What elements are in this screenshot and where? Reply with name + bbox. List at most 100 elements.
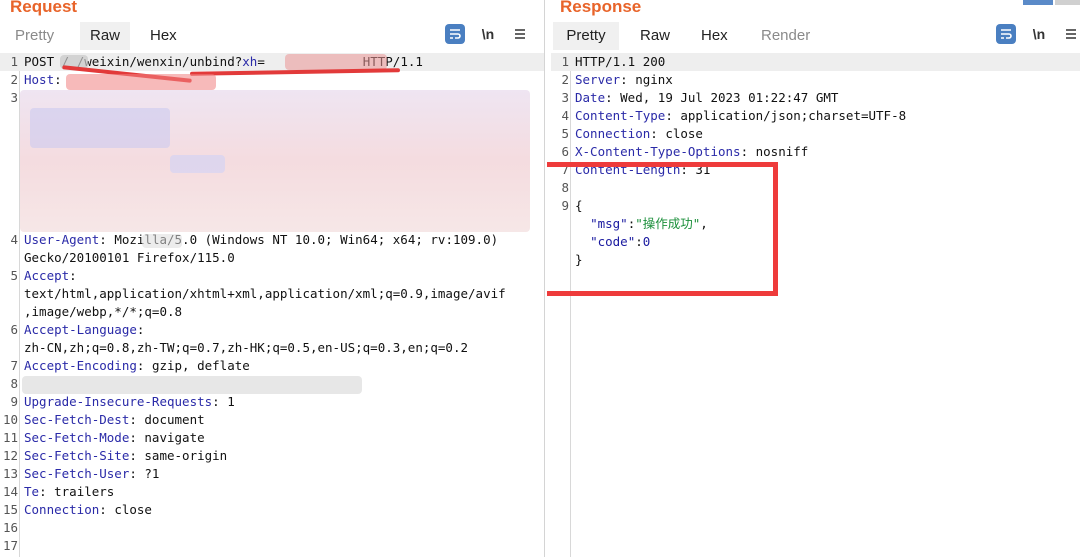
token: : same-origin: [129, 448, 228, 463]
token: : document: [129, 412, 205, 427]
line-text: HTTP/1.1 200: [575, 53, 665, 71]
token: :: [69, 268, 77, 283]
request-code-line[interactable]: 15 Connection: close: [0, 501, 544, 519]
request-title: Request: [10, 0, 78, 16]
wrap-icon: [450, 29, 461, 39]
token: : Wed, 19 Jul 2023 01:22:47 GMT: [605, 90, 839, 105]
request-code-line[interactable]: 12 Sec-Fetch-Site: same-origin: [0, 447, 544, 465]
line-text: Connection: close: [575, 125, 703, 143]
response-code-line[interactable]: 2 Server: nginx: [551, 71, 1080, 89]
response-editor[interactable]: 1 HTTP/1.1 200 2 Server: nginx 3 Date: Wed, 1…: [551, 53, 1080, 557]
redaction-cookie-block2: [170, 155, 225, 173]
line-text: zh-CN,zh;q=0.8,zh-TW;q=0.7,zh-HK;q=0.5,e…: [24, 339, 468, 357]
response-code-line[interactable]: 6 X-Content-Type-Options: nosniff: [551, 143, 1080, 161]
token: Gecko/20100101 Firefox/115.0: [24, 250, 235, 265]
header-name: Accept: [24, 268, 70, 283]
response-code-line[interactable]: 4 Content-Type: application/json;charset=…: [551, 107, 1080, 125]
line-number: 12: [2, 448, 18, 463]
line-number: 14: [2, 484, 18, 499]
line-text: text/html,application/xhtml+xml,applicat…: [24, 285, 506, 303]
header-name: Sec-Fetch-Mode: [24, 430, 130, 445]
header-name: Accept-Language: [24, 322, 137, 337]
response-code-line[interactable]: 1 HTTP/1.1 200: [551, 53, 1080, 71]
request-menu-button[interactable]: [510, 24, 530, 44]
response-tab-render[interactable]: Render: [752, 22, 819, 50]
token: :: [136, 322, 145, 337]
token: : 1: [212, 394, 235, 409]
line-number: 7: [10, 358, 18, 373]
request-code-line[interactable]: 7 Accept-Encoding: gzip, deflate: [0, 357, 544, 375]
request-code-line[interactable]: 9 Upgrade-Insecure-Requests: 1: [0, 393, 544, 411]
response-wrap-button[interactable]: [996, 24, 1016, 44]
line-number: 4: [10, 232, 18, 247]
response-pane: Response Pretty Raw Hex Render \n 1 HTTP/…: [547, 0, 1080, 557]
request-tab-raw[interactable]: Raw: [80, 22, 130, 50]
token: HTTP/1.1 200: [575, 54, 666, 69]
token: : navigate: [129, 430, 205, 445]
annotation-box: [547, 162, 778, 296]
line-text: Date: Wed, 19 Jul 2023 01:22:47 GMT: [575, 89, 838, 107]
line-text: Sec-Fetch-Dest: document: [24, 411, 205, 429]
response-newline-button[interactable]: \n: [1029, 24, 1049, 44]
line-number: 5: [10, 268, 18, 283]
line-number: 9: [10, 394, 18, 409]
header-name: Te: [24, 484, 40, 499]
response-title: Response: [560, 0, 642, 16]
token: zh-CN,zh;q=0.8,zh-TW;q=0.7,zh-HK;q=0.5,e…: [24, 340, 469, 355]
response-tab-hex[interactable]: Hex: [692, 22, 737, 50]
token: : close: [99, 502, 152, 517]
request-pane: Request Pretty Raw Hex \n 1 POST / /weixi…: [0, 0, 545, 557]
view-toggle[interactable]: [985, 0, 1080, 5]
response-code-line[interactable]: 3 Date: Wed, 19 Jul 2023 01:22:47 GMT: [551, 89, 1080, 107]
response-tab-raw[interactable]: Raw: [631, 22, 679, 50]
line-text: X-Content-Type-Options: nosniff: [575, 143, 808, 161]
request-code-line[interactable]: zh-CN,zh;q=0.8,zh-TW;q=0.7,zh-HK;q=0.5,e…: [0, 339, 544, 357]
token: : application/json;charset=UTF-8: [665, 108, 907, 123]
token: : trailers: [39, 484, 115, 499]
header-name: Date: [575, 90, 606, 105]
line-number: 16: [2, 520, 18, 535]
request-code-line[interactable]: 14 Te: trailers: [0, 483, 544, 501]
request-code-line[interactable]: 13 Sec-Fetch-User: ?1: [0, 465, 544, 483]
response-code-line[interactable]: 5 Connection: close: [551, 125, 1080, 143]
line-number: 15: [2, 502, 18, 517]
header-name: Sec-Fetch-Dest: [24, 412, 130, 427]
response-tab-pretty[interactable]: Pretty: [553, 22, 619, 50]
request-tab-hex[interactable]: Hex: [141, 22, 186, 50]
wrap-icon: [1001, 29, 1012, 39]
line-number: 13: [2, 466, 18, 481]
redaction-ua: [142, 234, 182, 248]
request-code-line[interactable]: 6 Accept-Language:: [0, 321, 544, 339]
line-text: Sec-Fetch-Mode: navigate: [24, 429, 205, 447]
redaction-host: [66, 74, 216, 90]
request-code-line[interactable]: 16: [0, 519, 544, 537]
token: /weixin/wenxin/unbind?: [76, 54, 243, 69]
response-menu-button[interactable]: [1061, 24, 1080, 44]
header-name: Accept-Encoding: [24, 358, 137, 373]
line-text: Server: nginx: [575, 71, 673, 89]
line-number: 1: [10, 54, 18, 69]
request-wrap-button[interactable]: [445, 24, 465, 44]
request-code-line[interactable]: 10 Sec-Fetch-Dest: document: [0, 411, 544, 429]
request-code-line[interactable]: text/html,application/xhtml+xml,applicat…: [0, 285, 544, 303]
request-code-line[interactable]: Gecko/20100101 Firefox/115.0: [0, 249, 544, 267]
line-number: 3: [10, 90, 18, 105]
line-text: Accept-Encoding: gzip, deflate: [24, 357, 250, 375]
line-number: 2: [10, 72, 18, 87]
header-name: User-Agent: [24, 232, 100, 247]
request-code-line[interactable]: 4 User-Agent: Mozilla/5.0 (Windows NT 10.…: [0, 231, 544, 249]
request-code-line[interactable]: 5 Accept:: [0, 267, 544, 285]
request-code-line[interactable]: 17: [0, 537, 544, 555]
header-name: Sec-Fetch-User: [24, 466, 130, 481]
header-name: Host: [24, 72, 55, 87]
line-number: 2: [561, 72, 569, 87]
request-tab-pretty[interactable]: Pretty: [6, 22, 63, 50]
request-newline-button[interactable]: \n: [478, 24, 498, 44]
line-text: Host:: [24, 71, 62, 89]
token: : nosniff: [740, 144, 809, 159]
request-code-line[interactable]: ,image/webp,*/*;q=0.8: [0, 303, 544, 321]
line-number: 17: [2, 538, 18, 553]
token: : ?1: [129, 466, 160, 481]
token: :: [54, 72, 62, 87]
request-code-line[interactable]: 11 Sec-Fetch-Mode: navigate: [0, 429, 544, 447]
